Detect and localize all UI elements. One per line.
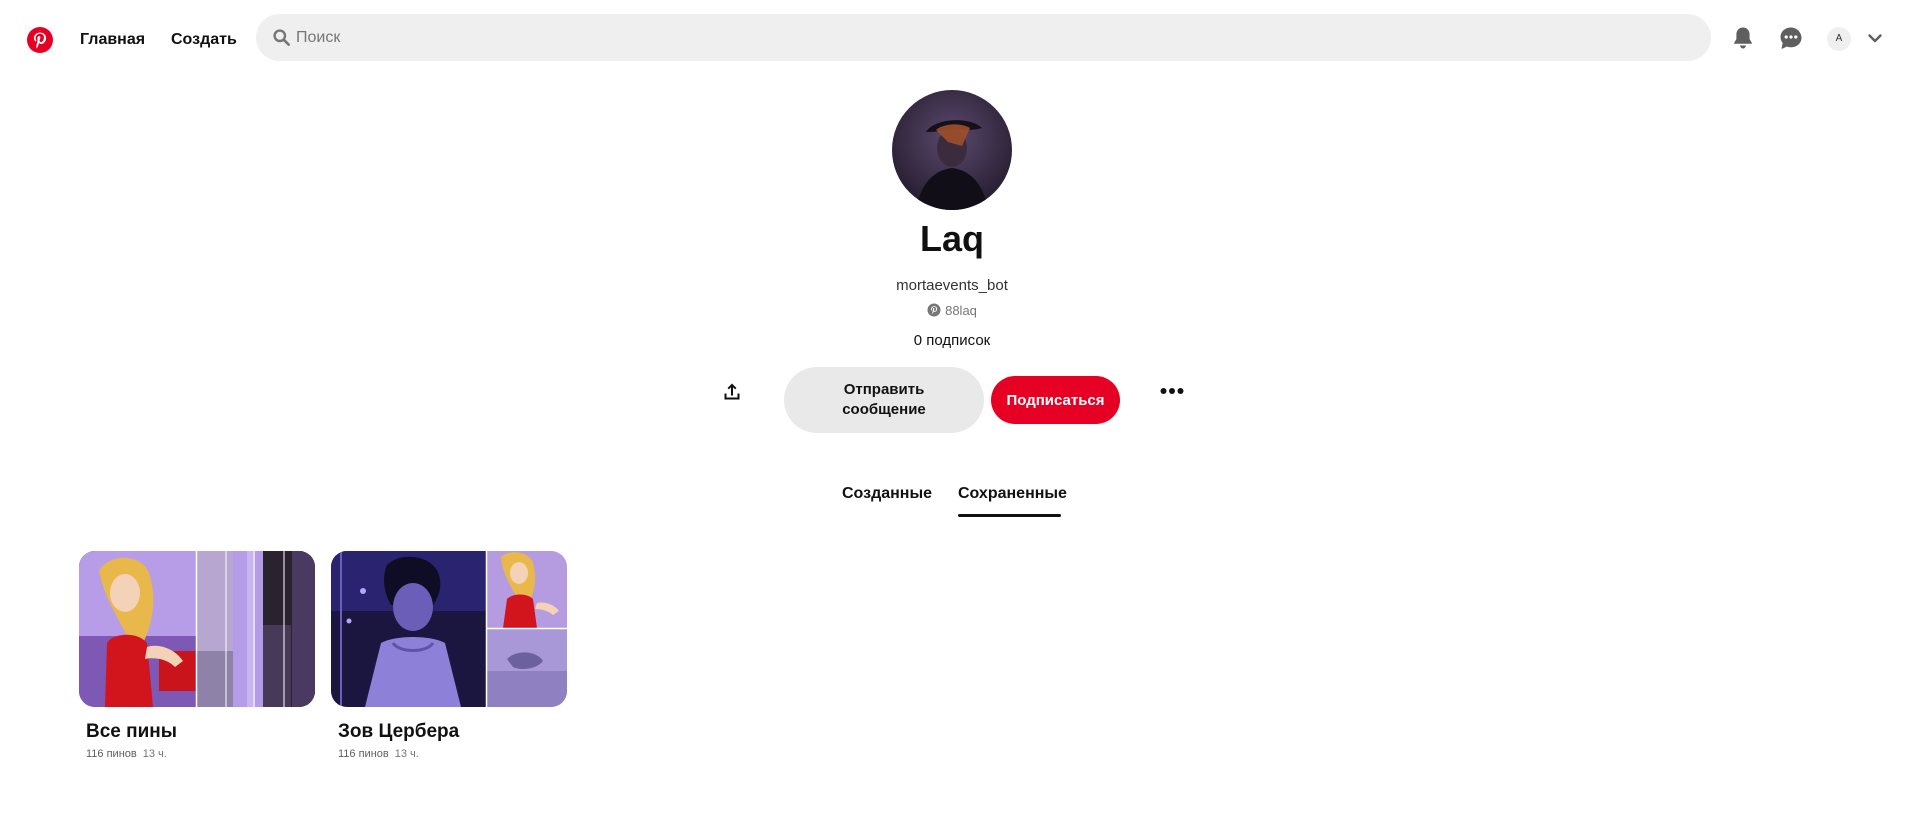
tab-saved[interactable]: Сохраненные [958, 485, 1067, 503]
board-pin-count: 116 пинов [338, 748, 389, 760]
search-input[interactable] [296, 14, 1676, 61]
user-avatar[interactable]: A [1827, 27, 1851, 51]
pinterest-mini-icon [927, 303, 941, 317]
chat-icon[interactable] [1777, 24, 1805, 52]
board-pin-count: 116 пинов [86, 748, 137, 760]
board-meta: 116 пинов 13 ч. [331, 748, 567, 760]
search-bar[interactable] [256, 14, 1711, 61]
chevron-down-icon[interactable] [1866, 29, 1884, 47]
profile-name: Laq [919, 218, 984, 259]
profile-pinterest-handle[interactable]: 88laq [760, 303, 1144, 318]
active-tab-indicator [958, 514, 1061, 517]
nav-home-link[interactable]: Главная [80, 26, 145, 54]
board-meta: 116 пинов 13 ч. [79, 748, 315, 760]
following-count[interactable]: 0 подписок [760, 332, 1144, 349]
board-updated-time: 13 ч. [394, 748, 419, 760]
board-card[interactable]: Зов Цербера 116 пинов 13 ч. [331, 551, 567, 760]
bell-icon[interactable] [1729, 24, 1757, 52]
share-button[interactable] [714, 376, 750, 412]
pinterest-handle-text: 88laq [945, 303, 977, 318]
board-cover-image [79, 551, 315, 707]
tab-created[interactable]: Созданные [842, 485, 932, 503]
board-cover-image [331, 551, 567, 707]
share-icon [721, 381, 743, 408]
profile-username: mortaevents_bot [896, 277, 1008, 294]
send-message-button[interactable]: Отправить сообщение [784, 367, 984, 433]
search-icon [273, 29, 290, 46]
more-options-icon[interactable] [1156, 378, 1188, 404]
board-title: Все пины [86, 721, 177, 742]
board-updated-time: 13 ч. [142, 748, 167, 760]
top-navigation-bar: Главная Создать A [0, 0, 1919, 78]
nav-create-link[interactable]: Создать [171, 26, 237, 54]
follow-button[interactable]: Подписаться [991, 376, 1120, 424]
pinterest-logo-icon[interactable] [26, 26, 54, 54]
board-card[interactable]: Все пины 116 пинов 13 ч. [79, 551, 315, 760]
board-title: Зов Цербера [338, 721, 460, 742]
profile-avatar [892, 90, 1012, 210]
